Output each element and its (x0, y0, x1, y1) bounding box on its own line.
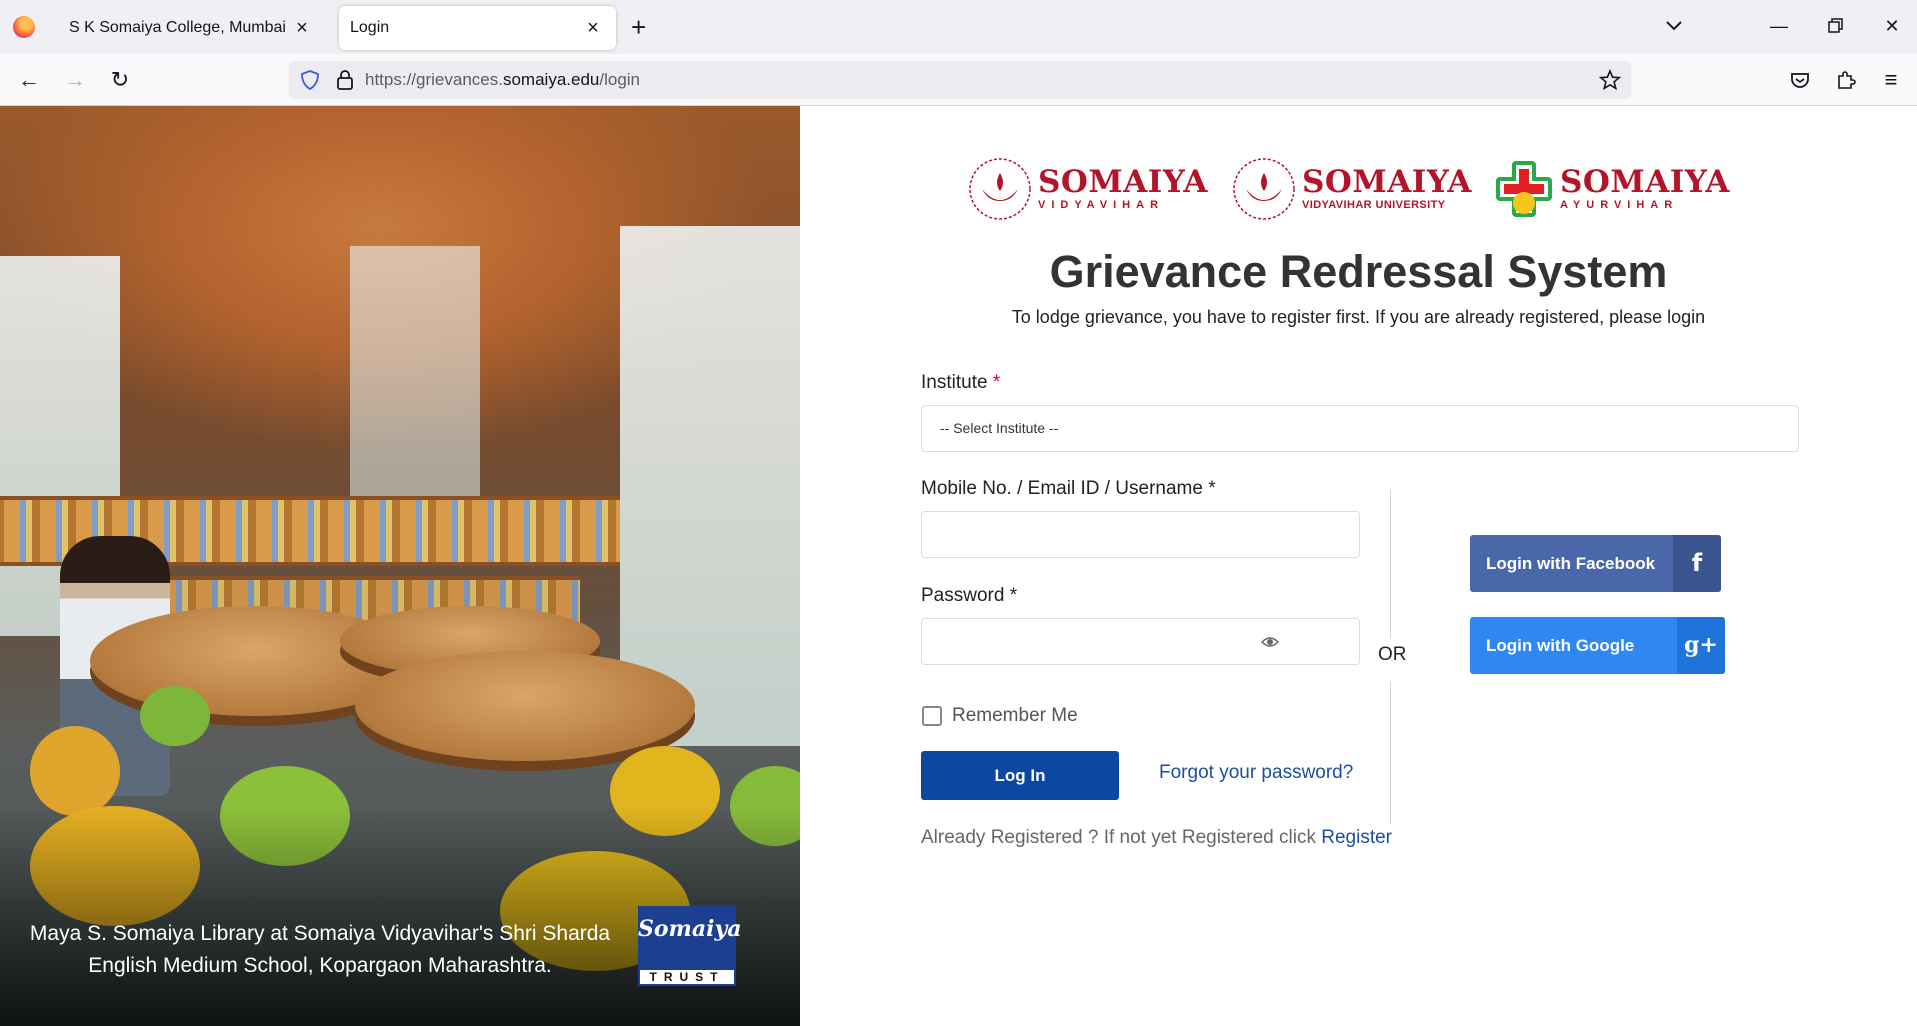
or-separator: OR (1378, 644, 1407, 665)
remember-me-checkbox[interactable] (922, 706, 942, 726)
page-title: Grievance Redressal System (1049, 246, 1668, 297)
caption-line: English Medium School, Kopargaon Maharas… (88, 954, 552, 977)
tab-list-icon[interactable] (1661, 13, 1687, 39)
hero-caption: Maya S. Somaiya Library at Somaiya Vidya… (20, 918, 620, 982)
username-label: Mobile No. / Email ID / Username * (921, 478, 1216, 499)
extensions-icon[interactable] (1833, 67, 1859, 93)
institute-selected-value: -- Select Institute -- (940, 420, 1059, 436)
tab-title: Login (350, 19, 390, 36)
google-button-label: Login with Google (1486, 636, 1635, 655)
close-window-icon[interactable]: ✕ (1879, 13, 1905, 39)
minimize-icon[interactable]: — (1766, 13, 1792, 39)
tab-title: S K Somaiya College, Mumbai (69, 19, 286, 36)
institute-label-text: Institute (921, 372, 988, 393)
brand-name: SOMAIYA (1560, 164, 1730, 200)
brand-name: SOMAIYA (1038, 164, 1208, 200)
facebook-button-label: Login with Facebook (1486, 554, 1656, 573)
brand-sub: AYURVIHAR (1560, 199, 1679, 211)
brand-name: SOMAIYA (1302, 164, 1472, 200)
restore-icon[interactable] (1822, 13, 1848, 39)
url-domain: somaiya.edu (502, 70, 600, 89)
round-table (355, 651, 695, 761)
forgot-password-link[interactable]: Forgot your password? (1159, 762, 1353, 784)
login-panel: SOMAIYA VIDYAVIHAR SOMAIYA VIDYAVIHAR UN… (800, 106, 1917, 1026)
tab-sk-somaiya[interactable]: S K Somaiya College, Mumbai × (55, 6, 325, 50)
reload-icon[interactable]: ↻ (107, 67, 133, 93)
browser-tab-bar: S K Somaiya College, Mumbai × Login × + … (0, 0, 1917, 54)
institute-select[interactable]: -- Select Institute -- (921, 405, 1799, 452)
register-prompt-text: Already Registered ? If not yet Register… (921, 827, 1322, 848)
new-tab-icon[interactable]: + (631, 13, 646, 41)
url-text[interactable]: https://grievances.somaiya.edu/login (365, 70, 640, 90)
username-input[interactable] (921, 511, 1360, 558)
brand-somaiya-vidyavihar: SOMAIYA VIDYAVIHAR (966, 154, 1208, 224)
password-input[interactable] (921, 618, 1360, 665)
facebook-icon: f (1673, 535, 1721, 592)
login-button[interactable]: Log In (921, 751, 1119, 800)
close-icon[interactable]: × (291, 17, 313, 39)
trust-logo-script: Somaiya (638, 916, 742, 942)
password-label: Password * (921, 585, 1018, 606)
somaiya-emblem-icon (1233, 158, 1295, 220)
somaiya-emblem-icon (969, 158, 1031, 220)
institute-label: Institute * (921, 372, 1000, 394)
required-mark: * (992, 372, 1001, 393)
login-google-button[interactable]: Login with Google g+ (1470, 617, 1725, 674)
shield-icon[interactable] (299, 69, 321, 91)
firefox-icon (13, 16, 35, 38)
stool (30, 726, 120, 816)
tab-login[interactable]: Login × (339, 6, 616, 50)
pocket-icon[interactable] (1787, 67, 1813, 93)
register-link[interactable]: Register (1321, 827, 1392, 848)
lock-icon[interactable] (335, 69, 355, 91)
library-hero-image: Maya S. Somaiya Library at Somaiya Vidya… (0, 106, 800, 1026)
login-facebook-button[interactable]: Login with Facebook f (1470, 535, 1721, 592)
caption-line: Maya S. Somaiya Library at Somaiya Vidya… (29, 922, 611, 945)
trust-logo-word: TRUST (638, 968, 736, 986)
stool (140, 686, 210, 746)
close-icon[interactable]: × (582, 17, 604, 39)
url-suffix: /login (599, 70, 640, 89)
bookmark-star-icon[interactable] (1599, 69, 1621, 91)
eye-icon[interactable] (1261, 633, 1279, 651)
brand-somaiya-ayurvihar: SOMAIYA AYURVIHAR (1492, 154, 1730, 224)
ayurvihar-cross-icon (1496, 161, 1552, 217)
brand-sub: VIDYAVIHAR (1038, 199, 1165, 211)
google-plus-icon: g+ (1677, 617, 1725, 674)
page-subtitle: To lodge grievance, you have to register… (1011, 307, 1706, 327)
register-prompt: Already Registered ? If not yet Register… (921, 827, 1392, 849)
brand-somaiya-vidyavihar-university: SOMAIYA VIDYAVIHAR UNIVERSITY (1230, 154, 1472, 224)
forward-icon: → (64, 67, 86, 92)
browser-nav-bar: ← → ↻ https://grievances.somaiya.edu/log… (0, 54, 1917, 106)
url-bar[interactable]: https://grievances.somaiya.edu/login (289, 61, 1631, 99)
remember-me-label[interactable]: Remember Me (952, 705, 1078, 727)
divider-line (1390, 490, 1391, 638)
back-icon[interactable]: ← (16, 67, 42, 93)
brand-sub: VIDYAVIHAR UNIVERSITY (1302, 199, 1446, 211)
url-prefix: https://grievances. (365, 70, 503, 89)
menu-icon[interactable]: ≡ (1878, 67, 1904, 93)
divider-line (1390, 682, 1391, 824)
somaiya-trust-logo: Somaiya TRUST (638, 906, 742, 986)
